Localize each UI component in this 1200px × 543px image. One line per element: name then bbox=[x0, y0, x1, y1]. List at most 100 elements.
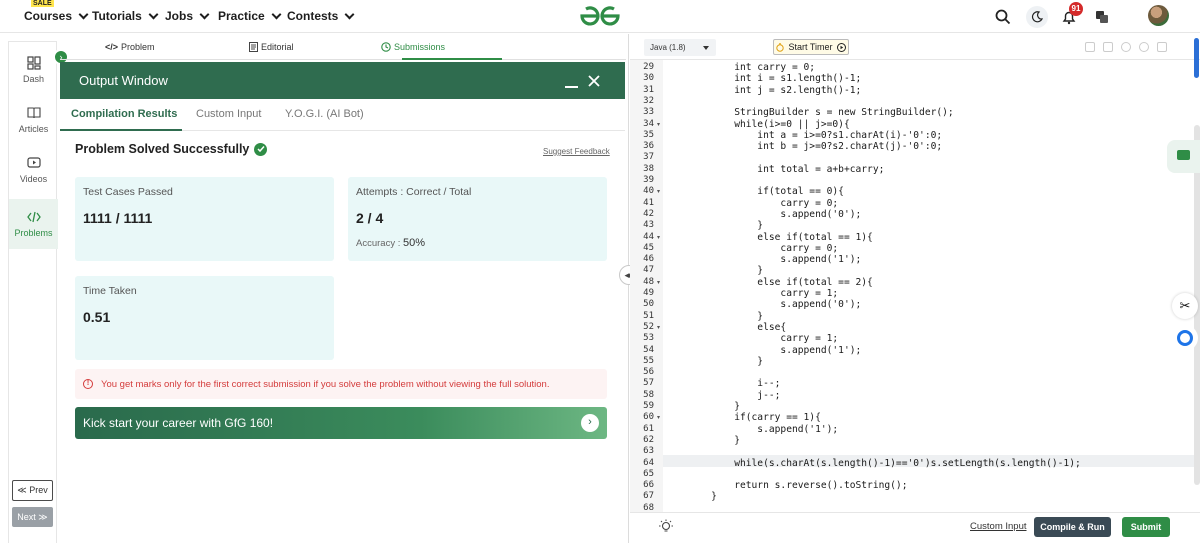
code-line[interactable]: while(i>=0 || j>=0){ bbox=[688, 119, 850, 130]
code-line[interactable]: s.append('0'); bbox=[688, 299, 861, 310]
code-line[interactable]: s.append('1'); bbox=[688, 424, 838, 435]
chat-widget-icon[interactable] bbox=[1167, 140, 1200, 173]
code-line[interactable]: } bbox=[688, 435, 740, 446]
fold-arrow-icon[interactable]: ▾ bbox=[657, 234, 660, 241]
code-line[interactable]: return s.reverse().toString(); bbox=[688, 480, 907, 491]
nav-courses[interactable]: Courses bbox=[24, 9, 89, 23]
nav-contests[interactable]: Contests bbox=[287, 9, 355, 23]
check-circle-icon bbox=[254, 142, 268, 156]
line-number: 42 bbox=[643, 208, 654, 219]
submit-button[interactable]: Submit bbox=[1122, 517, 1170, 537]
promo-banner[interactable]: Kick start your career with GfG 160! › bbox=[75, 407, 607, 439]
tab-submissions[interactable]: Submissions bbox=[381, 42, 445, 52]
reset-icon[interactable] bbox=[1139, 42, 1149, 52]
line-number: 57 bbox=[643, 378, 654, 389]
output-window: Output Window Compilation Results Custom… bbox=[60, 62, 625, 543]
code-line[interactable]: s.append('1'); bbox=[688, 254, 861, 265]
output-tabs: Compilation Results Custom Input Y.O.G.I… bbox=[60, 99, 625, 131]
nav-jobs[interactable]: Jobs bbox=[165, 9, 210, 23]
code-line[interactable]: } bbox=[688, 491, 717, 502]
accuracy-value: 50% bbox=[403, 237, 426, 249]
code-line[interactable]: s.append('1'); bbox=[688, 345, 861, 356]
tab-compilation-results[interactable]: Compilation Results bbox=[71, 108, 177, 120]
custom-input-link[interactable]: Custom Input bbox=[970, 521, 1027, 532]
code-line[interactable]: carry = 0; bbox=[688, 198, 838, 209]
minimize-icon[interactable] bbox=[565, 86, 578, 88]
lightbulb-icon[interactable] bbox=[658, 519, 674, 535]
fold-arrow-icon[interactable]: ▾ bbox=[657, 121, 660, 128]
code-line[interactable]: while(s.charAt(s.length()-1)=='0')s.setL… bbox=[688, 458, 1081, 469]
translate-icon[interactable] bbox=[1092, 7, 1112, 27]
tab-problem[interactable]: </> Problem bbox=[105, 42, 155, 52]
line-number: 41 bbox=[643, 197, 654, 208]
start-timer-button[interactable]: Start Timer bbox=[773, 39, 849, 55]
line-number: 47 bbox=[643, 265, 654, 276]
fold-arrow-icon[interactable]: ▾ bbox=[657, 188, 660, 195]
scrollbar-thumb[interactable] bbox=[1194, 38, 1199, 78]
q-assistant-icon[interactable] bbox=[1172, 325, 1198, 351]
scissors-icon[interactable]: ✂ bbox=[1172, 293, 1198, 319]
settings-icon[interactable] bbox=[1121, 42, 1131, 52]
search-icon[interactable] bbox=[993, 7, 1013, 27]
rail-item-articles-label: Articles bbox=[18, 124, 49, 134]
next-button[interactable]: Next ≫ bbox=[12, 507, 53, 527]
suggest-feedback-link[interactable]: Suggest Feedback bbox=[543, 147, 610, 156]
panel-splitter[interactable] bbox=[628, 34, 629, 543]
chevron-right-icon[interactable]: › bbox=[581, 414, 599, 432]
code-line[interactable]: if(total == 0){ bbox=[688, 186, 844, 197]
fold-arrow-icon[interactable]: ▾ bbox=[657, 279, 660, 286]
gfg-logo[interactable] bbox=[578, 4, 622, 28]
code-line[interactable]: else if(total == 2){ bbox=[688, 277, 873, 288]
language-select[interactable]: Java (1.8) bbox=[644, 39, 716, 56]
tab-editorial[interactable]: Editorial bbox=[249, 42, 294, 52]
code-line[interactable]: int j = s2.length()-1; bbox=[688, 85, 861, 96]
timer-icon bbox=[776, 42, 785, 52]
rail-item-videos[interactable]: Videos bbox=[9, 156, 58, 184]
nav-tutorials[interactable]: Tutorials bbox=[92, 9, 159, 23]
compile-run-button[interactable]: Compile & Run bbox=[1034, 517, 1111, 537]
line-number: 61 bbox=[643, 423, 654, 434]
code-line[interactable]: int a = i>=0?s1.charAt(i)-'0':0; bbox=[688, 130, 942, 141]
time-taken-card: Time Taken 0.51 bbox=[75, 276, 334, 360]
output-window-title: Output Window bbox=[79, 73, 168, 88]
rail-item-articles[interactable]: Articles bbox=[9, 106, 58, 134]
code-line[interactable]: } bbox=[688, 265, 763, 276]
code-line[interactable]: carry = 0; bbox=[688, 243, 838, 254]
prev-button[interactable]: ≪ Prev bbox=[12, 480, 53, 501]
fold-arrow-icon[interactable]: ▾ bbox=[657, 324, 660, 331]
code-line[interactable]: int carry = 0; bbox=[688, 62, 815, 73]
fold-arrow-icon[interactable]: ▾ bbox=[657, 414, 660, 421]
chevron-down-icon bbox=[271, 9, 282, 19]
code-line[interactable]: } bbox=[688, 356, 763, 367]
code-line[interactable]: carry = 1; bbox=[688, 333, 838, 344]
code-line[interactable]: if(carry == 1){ bbox=[688, 412, 821, 423]
user-avatar[interactable] bbox=[1148, 5, 1169, 26]
close-icon[interactable] bbox=[587, 74, 601, 88]
code-line[interactable]: } bbox=[688, 311, 763, 322]
code-line[interactable]: carry = 1; bbox=[688, 288, 838, 299]
code-line[interactable]: int b = j>=0?s2.charAt(j)-'0':0; bbox=[688, 141, 942, 152]
code-line[interactable]: StringBuilder s = new StringBuilder(); bbox=[688, 107, 954, 118]
rail-item-dash[interactable]: Dash bbox=[9, 56, 58, 84]
code-line[interactable]: i--; bbox=[688, 378, 780, 389]
fullscreen-icon[interactable] bbox=[1157, 42, 1167, 52]
rail-item-problems[interactable]: Problems bbox=[9, 199, 58, 249]
tab-custom-input[interactable]: Custom Input bbox=[196, 108, 261, 120]
nav-practice[interactable]: Practice bbox=[218, 9, 282, 23]
nav-practice-label: Practice bbox=[218, 9, 265, 23]
line-number: 49 bbox=[643, 288, 654, 298]
code-editor[interactable]: 29 30 31 32 33 34 ▾ 35 36 37 38 39 40 ▾ 41 42 43 44 ▾ 45 46 4… bbox=[630, 60, 1200, 513]
code-line[interactable]: } bbox=[688, 401, 740, 412]
copy-icon[interactable] bbox=[1085, 42, 1095, 52]
code-line[interactable]: s.append('0'); bbox=[688, 209, 861, 220]
paste-icon[interactable] bbox=[1103, 42, 1113, 52]
chevron-down-icon bbox=[199, 9, 210, 19]
code-line[interactable]: int i = s1.length()-1; bbox=[688, 73, 861, 84]
dark-mode-toggle-icon[interactable] bbox=[1026, 6, 1048, 28]
code-line[interactable]: j--; bbox=[688, 390, 780, 401]
code-line[interactable]: else{ bbox=[688, 322, 786, 333]
code-line[interactable]: else if(total == 1){ bbox=[688, 232, 873, 243]
code-line[interactable]: int total = a+b+carry; bbox=[688, 164, 884, 175]
tab-yogi-ai-bot[interactable]: Y.O.G.I. (AI Bot) bbox=[285, 108, 364, 120]
code-line[interactable]: } bbox=[688, 220, 763, 231]
